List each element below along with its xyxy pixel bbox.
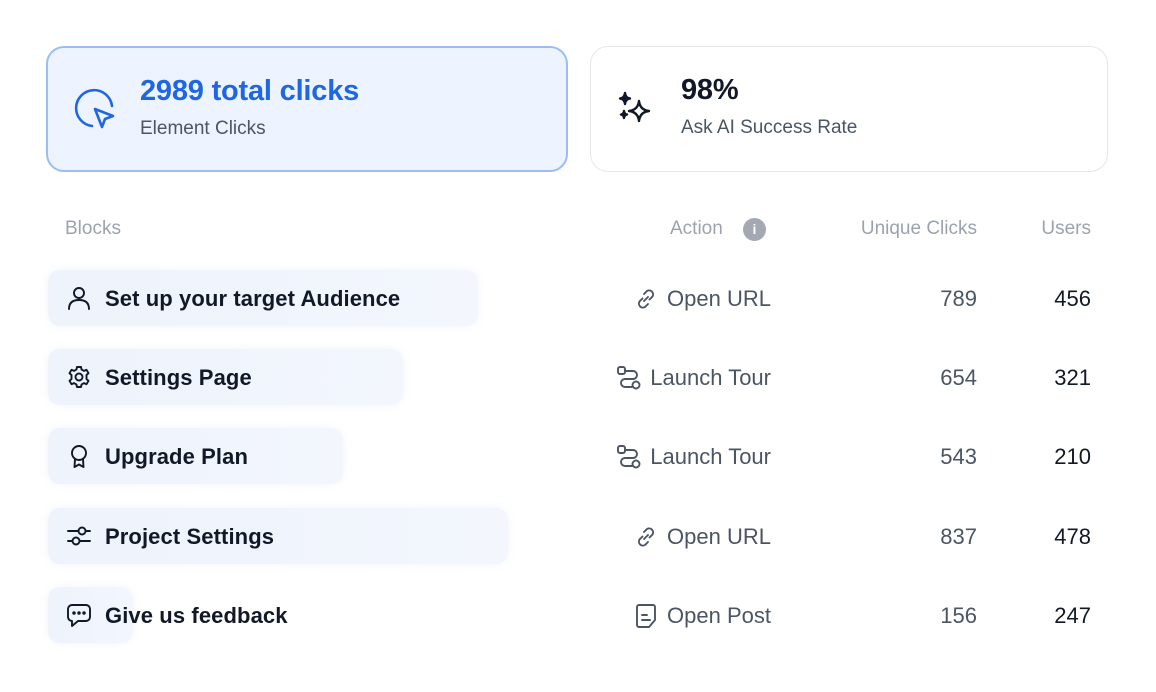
user-icon: [66, 285, 92, 311]
action-label: Open URL: [667, 524, 771, 549]
element-clicks-label: Element Clicks: [140, 118, 266, 139]
element-clicks-card[interactable]: 2989 total clicks Element Clicks: [46, 46, 568, 172]
info-icon[interactable]: i: [743, 218, 766, 241]
message-icon: [66, 602, 92, 628]
action-label: Launch Tour: [650, 365, 771, 390]
table-row[interactable]: Settings Page Launch Tour 654 321: [0, 349, 1156, 405]
action-label: Launch Tour: [650, 444, 771, 469]
document-icon: [633, 603, 659, 629]
sliders-icon: [66, 523, 92, 549]
users-cell: 478: [1054, 524, 1091, 549]
total-clicks-value: 2989 total clicks: [140, 75, 360, 107]
header-action: Action: [670, 218, 723, 239]
action-cell: Launch Tour: [616, 365, 771, 391]
unique-clicks-cell: 789: [940, 286, 977, 311]
block-label: Upgrade Plan: [105, 444, 249, 469]
users-cell: 247: [1054, 603, 1091, 628]
success-rate-value: 98%: [681, 74, 739, 106]
table-row[interactable]: Upgrade Plan Launch Tour 543 210: [0, 428, 1156, 484]
link-icon: [633, 286, 659, 312]
action-cell: Open URL: [633, 286, 771, 312]
block-label: Set up your target Audience: [105, 286, 401, 311]
table-row[interactable]: Set up your target Audience Open URL 789…: [0, 270, 1156, 326]
cursor-click-icon: [72, 86, 118, 132]
block-label: Give us feedback: [105, 603, 288, 628]
header-users: Users: [1041, 218, 1091, 239]
gear-icon: [66, 364, 92, 390]
table-row[interactable]: Project Settings Open URL 837 478: [0, 508, 1156, 564]
link-icon: [633, 524, 659, 550]
users-cell: 456: [1054, 286, 1091, 311]
action-label: Open URL: [667, 286, 771, 311]
route-icon: [616, 444, 642, 470]
block-label: Settings Page: [105, 365, 252, 390]
action-cell: Open URL: [633, 524, 771, 550]
header-blocks: Blocks: [65, 218, 121, 239]
route-icon: [616, 365, 642, 391]
unique-clicks-cell: 543: [940, 444, 977, 469]
unique-clicks-cell: 654: [940, 365, 977, 390]
ask-ai-card[interactable]: 98% Ask AI Success Rate: [590, 46, 1108, 172]
users-cell: 210: [1054, 444, 1091, 469]
unique-clicks-cell: 156: [940, 603, 977, 628]
award-icon: [66, 443, 92, 469]
action-cell: Open Post: [633, 603, 771, 629]
block-label: Project Settings: [105, 524, 275, 549]
success-rate-label: Ask AI Success Rate: [681, 117, 858, 138]
unique-clicks-cell: 837: [940, 524, 977, 549]
action-cell: Launch Tour: [616, 444, 771, 470]
action-label: Open Post: [667, 603, 771, 628]
table-row[interactable]: Give us feedback Open Post 156 247: [0, 587, 1156, 643]
header-unique-clicks: Unique Clicks: [860, 218, 977, 239]
users-cell: 321: [1054, 365, 1091, 390]
sparkle-icon: [615, 89, 655, 129]
